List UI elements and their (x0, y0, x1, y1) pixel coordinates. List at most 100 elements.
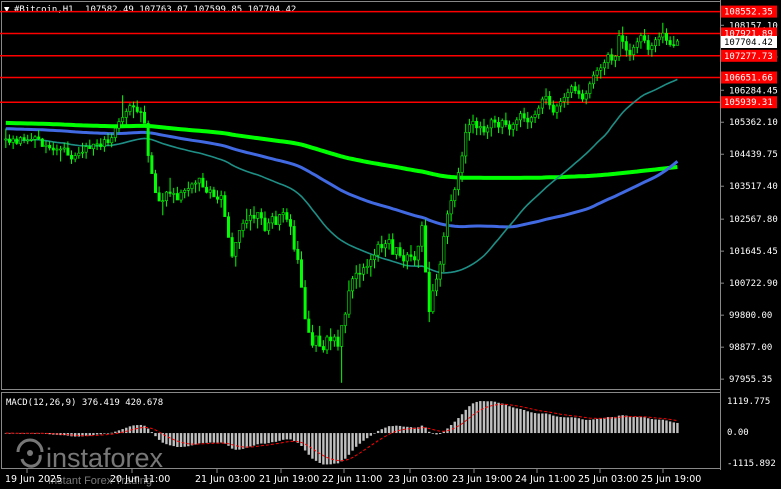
candle-body (336, 336, 340, 347)
macd-histogram-bar (73, 433, 77, 437)
macd-histogram-bar (661, 419, 665, 434)
macd-histogram-bar (369, 433, 373, 436)
macd-histogram-bar (603, 417, 606, 434)
candle-body (581, 93, 585, 100)
candle-body (99, 143, 103, 147)
candle-body (657, 36, 661, 41)
macd-histogram-bar (289, 433, 292, 440)
candle-body (175, 193, 179, 201)
macd-histogram-bar (625, 415, 628, 434)
macd-histogram-bar (595, 418, 599, 434)
candle-body (449, 200, 453, 215)
macd-histogram-bar (541, 413, 544, 434)
candle-body (281, 212, 285, 215)
candle-body (161, 200, 165, 203)
macd-histogram-bar (252, 433, 256, 446)
candle-body (431, 290, 435, 312)
candle-body (646, 40, 650, 50)
candle-body (106, 139, 110, 144)
candle-body (548, 96, 552, 106)
macd-histogram-bar (154, 433, 157, 437)
macd-histogram-bar (552, 415, 555, 434)
price-tick-label: 102567.80 (729, 215, 778, 225)
macd-histogram-bar (249, 433, 252, 447)
candle-body (332, 336, 336, 342)
macd-tick-low: -1115.892 (727, 459, 776, 469)
macd-histogram-bar (453, 421, 456, 434)
candle-body (551, 104, 555, 113)
candle-body (208, 189, 212, 193)
macd-histogram-bar (537, 413, 540, 434)
candle-body (347, 290, 351, 315)
macd-histogram-bar (263, 433, 267, 444)
candle-body (18, 137, 22, 144)
candle-body (26, 139, 30, 142)
price-tick-label: 106284.45 (729, 86, 778, 96)
macd-histogram-bar (274, 433, 278, 442)
ohlc-text: 107582.49 107763.07 107599.85 107704.42 (85, 5, 296, 15)
triangle-down-icon[interactable]: ▼ (4, 5, 10, 15)
candle-body (303, 287, 307, 320)
candle-body (380, 244, 384, 249)
candle-body (435, 278, 439, 292)
candle-body (135, 106, 139, 112)
macd-histogram-bar (555, 416, 559, 434)
candle-body (606, 54, 610, 63)
macd-histogram-bar (267, 433, 270, 444)
candle-body (639, 35, 643, 43)
macd-histogram-bar (209, 433, 212, 443)
candle-body (515, 119, 519, 125)
watermark-tagline: Instant Forex Trading (48, 475, 152, 487)
candle-body (354, 272, 358, 280)
macd-histogram-bar (256, 433, 259, 445)
candle-body (216, 196, 220, 200)
macd-histogram-bar (628, 416, 632, 434)
candle-body (672, 44, 676, 46)
candle-body (51, 147, 55, 151)
macd-histogram-bar (657, 419, 661, 434)
candle-body (121, 117, 125, 122)
price-chart[interactable]: ▼ #Bitcoin,H1 107582.49 107763.07 107599… (0, 0, 781, 489)
candle-body (358, 272, 362, 275)
candle-body (497, 122, 501, 128)
macd-histogram-bar (544, 413, 548, 434)
macd-histogram-bar (344, 433, 347, 459)
macd-histogram-bar (205, 433, 208, 443)
candle-body (33, 136, 37, 140)
macd-histogram-bar (497, 402, 500, 434)
candle-body (11, 138, 15, 143)
macd-histogram-bar (676, 422, 679, 434)
candle-body (486, 127, 490, 133)
candle-body (475, 120, 479, 129)
time-tick-label: 23 Jun 03:00 (388, 474, 448, 485)
level-tag-label: 106651.66 (724, 74, 773, 84)
macd-histogram-bar (672, 422, 675, 434)
candle-body (617, 35, 621, 57)
macd-histogram-bar (351, 433, 354, 451)
macd-histogram-bar (245, 433, 248, 448)
candle-body (559, 101, 563, 107)
macd-histogram-bar (398, 425, 402, 434)
candle-body (237, 230, 241, 243)
macd-histogram-bar (424, 427, 427, 434)
macd-histogram-bar (216, 433, 219, 443)
macd-histogram-bar (355, 433, 358, 447)
macd-histogram-bar (479, 401, 482, 434)
macd-histogram-bar (99, 433, 102, 435)
macd-histogram-bar (442, 431, 446, 434)
macd-histogram-bar (420, 425, 424, 434)
macd-histogram-bar (584, 419, 588, 434)
candle-body (256, 212, 260, 219)
macd-histogram-bar (511, 407, 515, 434)
macd-histogram-bar (125, 427, 128, 434)
macd-histogram-bar (592, 419, 595, 434)
macd-histogram-bar (654, 419, 657, 434)
macd-label: MACD(12,26,9) 376.419 420.678 (6, 398, 163, 408)
candle-body (511, 124, 515, 130)
symbol-text: #Bitcoin,H1 (14, 5, 74, 15)
macd-histogram-bar (526, 411, 529, 434)
candle-body (668, 40, 672, 45)
candle-body (263, 217, 267, 231)
candle-body (376, 244, 380, 256)
time-tick-label: 21 Jun 03:00 (195, 474, 255, 485)
